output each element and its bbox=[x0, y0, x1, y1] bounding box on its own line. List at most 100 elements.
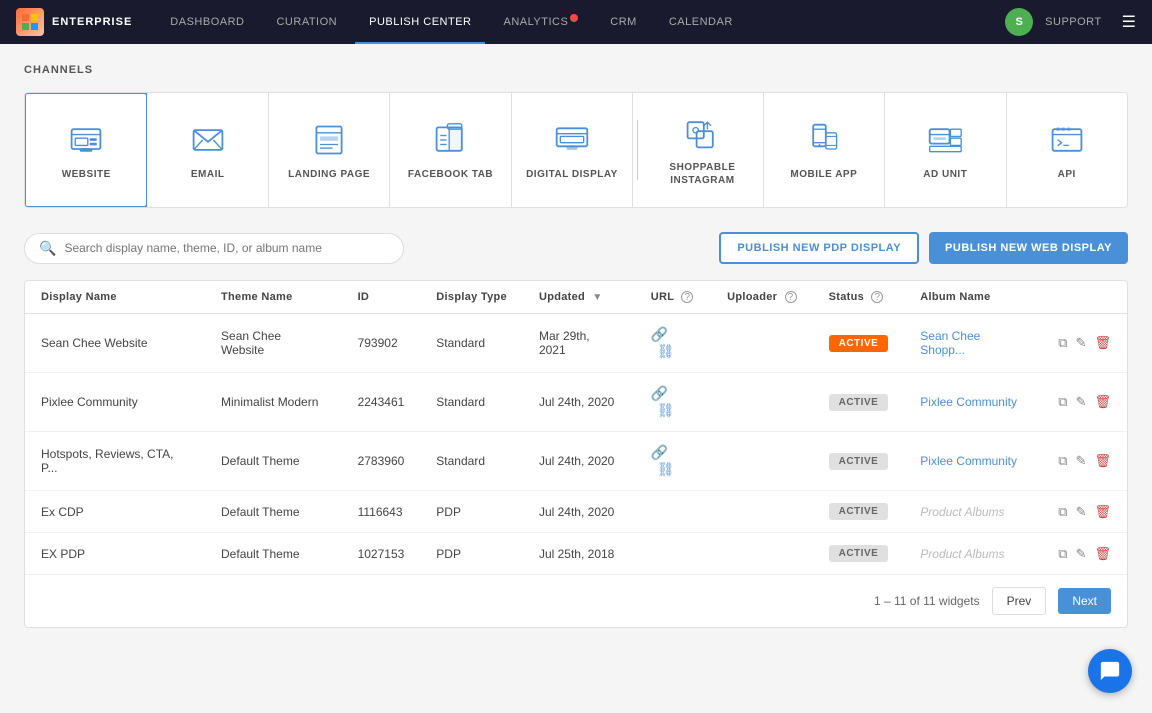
id-cell: 2243461 bbox=[342, 373, 421, 432]
digital-display-icon bbox=[552, 120, 592, 160]
display-name-cell: Pixlee Community bbox=[25, 373, 205, 432]
album-name-cell: Pixlee Community bbox=[904, 373, 1042, 432]
search-input[interactable] bbox=[64, 241, 389, 255]
theme-name-cell: Default Theme bbox=[205, 432, 342, 491]
col-id: ID bbox=[342, 281, 421, 314]
channel-digital-display[interactable]: DIGITAL DISPLAY bbox=[512, 93, 633, 207]
uploader-cell bbox=[711, 491, 812, 533]
chat-bubble[interactable] bbox=[1088, 649, 1132, 693]
publish-pdp-button[interactable]: PUBLISH NEW PDP DISPLAY bbox=[719, 232, 919, 264]
display-type-cell: Standard bbox=[420, 314, 523, 373]
album-link[interactable]: Pixlee Community bbox=[920, 395, 1017, 409]
landing-page-icon bbox=[309, 120, 349, 160]
album-placeholder: Product Albums bbox=[920, 505, 1004, 519]
album-link[interactable]: Pixlee Community bbox=[920, 454, 1017, 468]
edit-icon[interactable]: ✎ bbox=[1076, 504, 1087, 520]
status-badge: ACTIVE bbox=[829, 335, 889, 352]
nav-link-crm[interactable]: CRM bbox=[596, 0, 651, 44]
displays-table: Display Name Theme Name ID Display Type … bbox=[25, 281, 1127, 574]
channel-email[interactable]: EMAIL bbox=[147, 93, 268, 207]
action-icons: ⧉ ✎ 🗑 bbox=[1058, 394, 1111, 410]
toolbar-buttons: PUBLISH NEW PDP DISPLAY PUBLISH NEW WEB … bbox=[719, 232, 1128, 264]
pagination: 1 – 11 of 11 widgets Prev Next bbox=[25, 574, 1127, 627]
delete-icon[interactable]: 🗑 bbox=[1094, 453, 1111, 469]
channel-mobile-app[interactable]: MOBILE APP bbox=[764, 93, 885, 207]
channel-ad-unit[interactable]: AD UNIT bbox=[885, 93, 1006, 207]
status-cell: ACTIVE bbox=[813, 432, 905, 491]
col-updated[interactable]: Updated ▼ bbox=[523, 281, 635, 314]
action-cell: ⧉ ✎ 🗑 bbox=[1042, 491, 1127, 533]
delete-icon[interactable]: 🗑 bbox=[1094, 504, 1111, 520]
status-cell: ACTIVE bbox=[813, 314, 905, 373]
nav-link-analytics[interactable]: ANALYTICS bbox=[489, 0, 592, 44]
hamburger-icon[interactable]: ☰ bbox=[1122, 12, 1136, 32]
nav-link-publish-center[interactable]: PUBLISH CENTER bbox=[355, 0, 485, 44]
table-row: Sean Chee Website Sean Chee Website 7939… bbox=[25, 314, 1127, 373]
edit-icon[interactable]: ✎ bbox=[1076, 335, 1087, 351]
analytics-badge bbox=[570, 14, 578, 22]
copy-icon[interactable]: ⧉ bbox=[1058, 335, 1067, 351]
publish-web-button[interactable]: PUBLISH NEW WEB DISPLAY bbox=[929, 232, 1128, 264]
copy-icon[interactable]: ⧉ bbox=[1058, 453, 1067, 469]
edit-icon[interactable]: ✎ bbox=[1076, 546, 1087, 562]
channel-website[interactable]: WEBSITE bbox=[24, 92, 148, 208]
id-cell: 1116643 bbox=[342, 491, 421, 533]
displays-table-container: Display Name Theme Name ID Display Type … bbox=[24, 280, 1128, 628]
channel-api[interactable]: API bbox=[1007, 93, 1127, 207]
website-icon bbox=[66, 120, 106, 160]
url-link-icon[interactable]: 🔗 bbox=[651, 444, 668, 460]
channel-landing-page[interactable]: LANDING PAGE bbox=[269, 93, 390, 207]
uploader-info-icon[interactable]: ? bbox=[785, 291, 797, 303]
copy-icon[interactable]: ⧉ bbox=[1058, 546, 1067, 562]
action-icons: ⧉ ✎ 🗑 bbox=[1058, 546, 1111, 562]
action-icons: ⧉ ✎ 🗑 bbox=[1058, 453, 1111, 469]
brand-logo[interactable]: ENTERPRISE bbox=[16, 8, 132, 36]
action-cell: ⧉ ✎ 🗑 bbox=[1042, 533, 1127, 575]
next-button[interactable]: Next bbox=[1058, 588, 1111, 614]
status-cell: ACTIVE bbox=[813, 491, 905, 533]
uploader-cell bbox=[711, 432, 812, 491]
chain-link-icon[interactable]: ⛓ bbox=[657, 461, 675, 477]
channel-facebook-tab[interactable]: FACEBOOK TAB bbox=[390, 93, 511, 207]
display-type-cell: Standard bbox=[420, 432, 523, 491]
support-link[interactable]: SUPPORT bbox=[1045, 16, 1101, 28]
status-badge: ACTIVE bbox=[829, 453, 889, 470]
edit-icon[interactable]: ✎ bbox=[1076, 394, 1087, 410]
nav-link-curation[interactable]: CURATION bbox=[262, 0, 351, 44]
col-display-name: Display Name bbox=[25, 281, 205, 314]
album-name-cell: Product Albums bbox=[904, 533, 1042, 575]
theme-name-cell: Sean Chee Website bbox=[205, 314, 342, 373]
copy-icon[interactable]: ⧉ bbox=[1058, 394, 1067, 410]
main-content: CHANNELS WEBSITE bbox=[0, 44, 1152, 648]
url-cell: 🔗 ⛓ bbox=[635, 373, 711, 432]
channel-shoppable-instagram-label: SHOPPABLE INSTAGRAM bbox=[650, 161, 754, 187]
album-link[interactable]: Sean Chee Shopp... bbox=[920, 329, 980, 357]
copy-icon[interactable]: ⧉ bbox=[1058, 504, 1067, 520]
api-icon bbox=[1047, 120, 1087, 160]
table-row: Hotspots, Reviews, CTA, P... Default The… bbox=[25, 432, 1127, 491]
channels-label: CHANNELS bbox=[24, 64, 1128, 76]
url-info-icon[interactable]: ? bbox=[681, 291, 693, 303]
col-status: Status ? bbox=[813, 281, 905, 314]
channel-shoppable-instagram[interactable]: SHOPPABLE INSTAGRAM bbox=[642, 93, 763, 207]
edit-icon[interactable]: ✎ bbox=[1076, 453, 1087, 469]
status-info-icon[interactable]: ? bbox=[871, 291, 883, 303]
display-type-cell: PDP bbox=[420, 491, 523, 533]
nav-link-dashboard[interactable]: DASHBOARD bbox=[156, 0, 258, 44]
col-actions bbox=[1042, 281, 1127, 314]
updated-cell: Jul 24th, 2020 bbox=[523, 432, 635, 491]
avatar[interactable]: S bbox=[1005, 8, 1033, 36]
nav-link-calendar[interactable]: CALENDAR bbox=[655, 0, 747, 44]
delete-icon[interactable]: 🗑 bbox=[1094, 394, 1111, 410]
brand-name: ENTERPRISE bbox=[52, 16, 132, 28]
delete-icon[interactable]: 🗑 bbox=[1094, 335, 1111, 351]
url-link-icon[interactable]: 🔗 bbox=[651, 326, 668, 342]
theme-name-cell: Default Theme bbox=[205, 533, 342, 575]
channel-ad-unit-label: AD UNIT bbox=[923, 168, 967, 181]
status-badge: ACTIVE bbox=[829, 503, 889, 520]
chain-link-icon[interactable]: ⛓ bbox=[657, 343, 675, 359]
delete-icon[interactable]: 🗑 bbox=[1094, 546, 1111, 562]
chain-link-icon[interactable]: ⛓ bbox=[657, 402, 675, 418]
url-link-icon[interactable]: 🔗 bbox=[651, 385, 668, 401]
prev-button[interactable]: Prev bbox=[992, 587, 1047, 615]
